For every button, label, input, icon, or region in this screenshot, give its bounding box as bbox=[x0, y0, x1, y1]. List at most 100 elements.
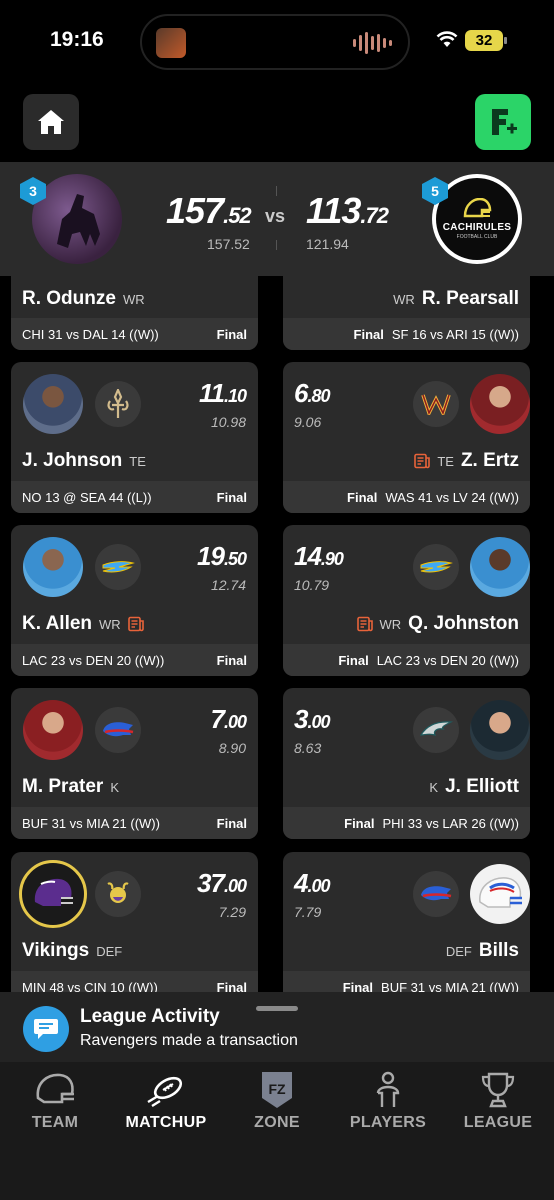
player-card-right[interactable]: 6.80 9.06 TE Z. Ertz Final WAS 41 vs LV … bbox=[283, 362, 530, 513]
game-status: Final bbox=[216, 326, 247, 342]
player-points: 7.00 bbox=[210, 704, 248, 734]
player-card-left[interactable]: 37.00 7.29 Vikings DEF MIN 48 vs CIN 10 … bbox=[11, 852, 258, 1003]
game-result: Final WAS 41 vs LV 24 ((W)) bbox=[283, 481, 530, 513]
player-points: 11.10 bbox=[198, 378, 247, 408]
trophy-icon bbox=[481, 1072, 515, 1108]
football-icon bbox=[147, 1076, 183, 1108]
player-card-left[interactable]: 7.00 8.90 M. Prater K BUF 31 vs MIA 21 (… bbox=[11, 688, 258, 839]
status-time: 19:16 bbox=[50, 28, 104, 51]
player-position: DEF bbox=[96, 943, 123, 959]
nav-label: LEAGUE bbox=[463, 1114, 533, 1131]
game-result: Final PHI 33 vs LAR 26 ((W)) bbox=[283, 807, 530, 839]
player-position: WR bbox=[122, 291, 145, 307]
helmet-logo-icon bbox=[463, 198, 492, 218]
player-name: M. Prater bbox=[22, 776, 104, 797]
player-points: 4.00 bbox=[294, 868, 331, 898]
player-card-right[interactable]: 3.00 8.63 K J. Elliott Final PHI 33 vs L… bbox=[283, 688, 530, 839]
helmet-icon bbox=[36, 1073, 74, 1104]
team-defense-helmet bbox=[19, 860, 87, 928]
news-icon[interactable] bbox=[356, 616, 373, 632]
eagles-logo-icon bbox=[413, 707, 459, 753]
league-activity-text[interactable]: Ravengers made a transaction bbox=[80, 1032, 298, 1050]
league-activity-title[interactable]: League Activity bbox=[80, 1006, 220, 1028]
chargers-logo-icon bbox=[413, 544, 459, 590]
game-result: NO 13 @ SEA 44 ((L)) Final bbox=[11, 481, 258, 513]
player-projected: 12.74 bbox=[210, 577, 246, 593]
battery-indicator: 32 bbox=[465, 30, 507, 51]
wifi-icon bbox=[436, 31, 458, 47]
nav-zone[interactable]: FZ ZONE bbox=[222, 1070, 332, 1132]
my-team-rank-badge: 3 bbox=[19, 176, 47, 206]
chat-bubble-icon bbox=[23, 1006, 69, 1052]
vikings-logo-icon bbox=[95, 871, 141, 917]
game-status: Final bbox=[338, 652, 369, 668]
team-defense-helmet bbox=[470, 864, 530, 924]
game-status: Final bbox=[216, 652, 247, 668]
player-name: R. Pearsall bbox=[421, 288, 519, 309]
player-points: 3.00 bbox=[294, 704, 331, 734]
player-projected: 10.98 bbox=[210, 414, 246, 430]
player-points: 19.50 bbox=[197, 541, 247, 571]
player-name: Q. Johnston bbox=[408, 613, 519, 634]
nav-label: PLAYERS bbox=[349, 1114, 427, 1131]
nav-label: ZONE bbox=[254, 1114, 300, 1131]
nav-team[interactable]: TEAM bbox=[0, 1070, 110, 1132]
news-icon[interactable] bbox=[414, 453, 431, 469]
player-name: Vikings bbox=[22, 940, 90, 961]
dynamic-island[interactable] bbox=[140, 14, 410, 70]
nav-players[interactable]: PLAYERS bbox=[333, 1070, 443, 1132]
player-name: Z. Ertz bbox=[460, 450, 519, 471]
player-photo bbox=[470, 374, 530, 434]
player-points: 6.80 bbox=[294, 378, 331, 408]
player-projected: 8.63 bbox=[294, 740, 322, 756]
bills-logo-icon bbox=[413, 871, 459, 917]
player-projected: 7.79 bbox=[294, 904, 322, 920]
player-card-right[interactable]: WR R. Pearsall Final SF 16 vs ARI 15 ((W… bbox=[283, 276, 530, 350]
player-card-left[interactable]: 19.50 12.74 K. Allen WR LAC 23 vs DEN 20… bbox=[11, 525, 258, 676]
player-position: TE bbox=[437, 453, 454, 469]
player-points: 14.90 bbox=[294, 541, 344, 571]
nav-label: TEAM bbox=[31, 1114, 79, 1131]
home-button[interactable] bbox=[23, 94, 79, 150]
player-photo bbox=[23, 700, 83, 760]
game-status: Final bbox=[216, 489, 247, 505]
player-photo bbox=[470, 700, 530, 760]
player-name: K. Allen bbox=[22, 613, 93, 634]
player-card-right[interactable]: 14.90 10.79 WR Q. Johnston Final LAC 23 … bbox=[283, 525, 530, 676]
player-card-left[interactable]: R. Odunze WR CHI 31 vs DAL 14 ((W)) Fina… bbox=[11, 276, 258, 350]
opponent-score: 113.72 bbox=[306, 190, 389, 231]
svg-text:FZ: FZ bbox=[268, 1081, 286, 1097]
game-status: Final bbox=[344, 815, 375, 831]
player-card-left[interactable]: 11.10 10.98 J. Johnson TE NO 13 @ SEA 44… bbox=[11, 362, 258, 513]
bills-logo-icon bbox=[95, 707, 141, 753]
game-result: CHI 31 vs DAL 14 ((W)) Final bbox=[11, 318, 258, 350]
nav-matchup[interactable]: MATCHUP bbox=[111, 1070, 221, 1132]
game-result: LAC 23 vs DEN 20 ((W)) Final bbox=[11, 644, 258, 676]
player-photo bbox=[23, 374, 83, 434]
sheet-drag-handle[interactable] bbox=[256, 1006, 298, 1011]
fz-plus-icon bbox=[492, 109, 517, 135]
player-position: WR bbox=[379, 616, 402, 632]
my-team-projected: 157.52 bbox=[207, 236, 250, 252]
player-projected: 10.79 bbox=[294, 577, 330, 593]
fz-shield-icon: FZ bbox=[262, 1072, 292, 1108]
player-position: DEF bbox=[445, 943, 472, 959]
audio-wave-icon bbox=[353, 32, 392, 54]
player-projected: 9.06 bbox=[294, 414, 322, 430]
player-position: WR bbox=[99, 616, 121, 632]
game-status: Final bbox=[347, 489, 378, 505]
game-status: Final bbox=[353, 326, 384, 342]
player-photo bbox=[23, 537, 83, 597]
player-card-right[interactable]: 4.00 7.79 DEF Bills Final BUF 31 vs MIA … bbox=[283, 852, 530, 1003]
player-name: J. Elliott bbox=[445, 776, 519, 797]
opponent-rank-badge: 5 bbox=[421, 176, 449, 206]
news-icon[interactable] bbox=[127, 616, 144, 632]
vs-label: vs bbox=[265, 206, 286, 226]
nav-league[interactable]: LEAGUE bbox=[443, 1070, 553, 1132]
home-icon bbox=[38, 110, 64, 134]
chargers-logo-icon bbox=[95, 544, 141, 590]
game-status: Final bbox=[216, 815, 247, 831]
game-result: Final LAC 23 vs DEN 20 ((W)) bbox=[283, 644, 530, 676]
player-name: Bills bbox=[478, 940, 519, 961]
fantasy-zone-add-button[interactable] bbox=[475, 94, 531, 150]
